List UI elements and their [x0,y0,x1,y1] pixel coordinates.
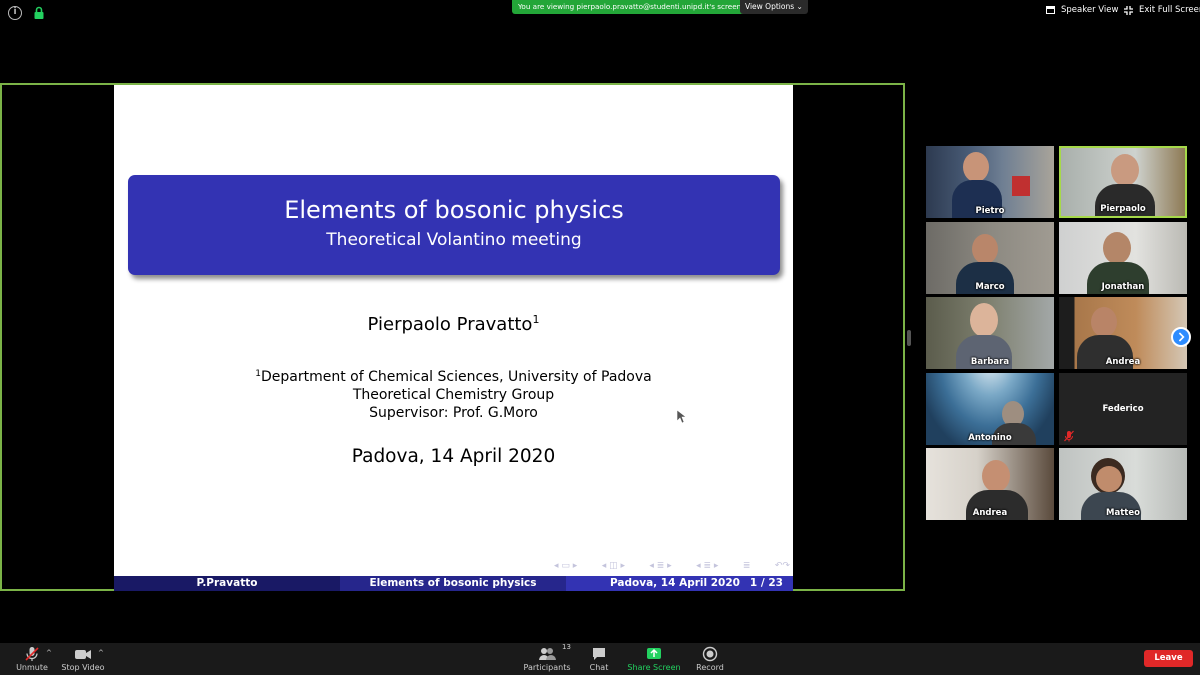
exit-fullscreen-label: Exit Full Screen [1139,5,1200,15]
footer-date-page: Padova, 14 April 2020 1 / 23 [566,576,793,591]
info-icon[interactable]: i [8,6,22,20]
participant-name: Andrea [972,508,1008,518]
participant-face [1096,466,1122,492]
slide-subtitle: Theoretical Volantino meeting [326,230,582,250]
slide-affiliation: 1Department of Chemical Sciences, Univer… [114,365,793,422]
chevron-down-icon: ⌄ [796,2,803,11]
unmute-label: Unmute [16,663,48,672]
beamer-navigation: ◂ ▭ ▸ ◂ ◫ ▸ ◂ ≣ ▸ ◂ ≣ ▸ ≣ ↶↷ [554,560,790,572]
participant-face [1091,307,1117,337]
footer-title: Elements of bosonic physics [340,576,566,591]
video-tile-active[interactable]: Pierpaolo [1059,146,1187,218]
slide-author-name: Pierpaolo Pravatto [367,314,533,335]
viewing-screen-banner: You are viewing pierpaolo.pravatto@stude… [512,0,748,14]
nav-section-icon: ◂ ≣ ▸ [649,561,672,571]
record-button[interactable]: Record [694,646,726,672]
audio-options-caret-icon[interactable]: ^ [46,649,52,657]
participant-face [963,152,989,182]
video-tile[interactable]: Pietro [926,146,1054,218]
panel-resize-handle[interactable] [907,330,911,346]
presentation-slide: Elements of bosonic physics Theoretical … [114,85,793,591]
participant-name: Andrea [1105,357,1141,367]
participant-name: Matteo [1106,508,1140,518]
view-options-label: View Options [745,2,795,11]
participant-face [982,460,1010,492]
speaker-view-button[interactable]: Speaker View [1046,5,1118,15]
footer-page: 1 / 23 [749,577,783,589]
affiliation-line-2: Theoretical Chemistry Group [352,387,555,403]
video-tile[interactable]: Antonino [926,373,1054,445]
slide-title-box: Elements of bosonic physics Theoretical … [128,175,780,275]
exit-fullscreen-button[interactable]: Exit Full Screen [1124,5,1200,15]
muted-mic-icon [1064,430,1074,442]
chat-button[interactable]: Chat [584,646,614,672]
chat-label: Chat [589,663,609,672]
muted-mic-icon [25,647,39,661]
mouse-pointer-icon [677,410,687,424]
slide-author-sup: 1 [532,313,540,326]
share-screen-button[interactable]: Share Screen [626,646,682,672]
nav-back-forward-icon: ↶↷ [774,561,790,571]
exit-fullscreen-icon [1124,5,1133,15]
video-tile[interactable]: Marco [926,222,1054,294]
lock-icon[interactable] [32,6,46,20]
participant-name: Pierpaolo [1100,204,1146,214]
nav-subsection-icon: ◂ ◫ ▸ [601,561,625,571]
share-screen-icon [647,648,661,659]
participant-face [970,303,998,337]
view-options-button[interactable]: View Options ⌄ [740,0,808,14]
unmute-button[interactable]: Unmute [14,646,50,672]
shared-screen[interactable]: Elements of bosonic physics Theoretical … [0,83,905,591]
participant-name: Marco [975,282,1005,292]
record-icon [702,646,718,662]
affiliation-line-3: Supervisor: Prof. G.Moro [369,405,538,421]
slide-footer: P.Pravatto Elements of bosonic physics P… [114,576,793,591]
participant-name: Federico [1102,404,1144,414]
video-tile[interactable]: Jonathan [1059,222,1187,294]
stop-video-label: Stop Video [61,663,105,672]
video-tile-off[interactable]: Federico [1059,373,1187,445]
top-bar: i You are viewing pierpaolo.pravatto@stu… [0,0,1200,26]
footer-author: P.Pravatto [114,576,340,591]
video-tile[interactable]: Barbara [926,297,1054,369]
participants-icon [539,648,556,660]
affiliation-line-1: 1Department of Chemical Sciences, Univer… [114,365,793,386]
participant-name: Jonathan [1101,282,1145,292]
slide-author: Pierpaolo Pravatto1 [114,313,793,335]
affiliation-line-1-text: Department of Chemical Sciences, Univers… [261,369,652,385]
participant-name: Pietro [975,206,1005,216]
video-tile[interactable]: Andrea [1059,297,1187,369]
participants-label: Participants [523,663,571,672]
participant-name: Barbara [970,357,1010,367]
video-tile[interactable]: Andrea [926,448,1054,520]
slide-date: Padova, 14 April 2020 [351,446,556,467]
participant-face [1111,154,1139,186]
speaker-view-label: Speaker View [1061,5,1119,15]
footer-date: Padova, 14 April 2020 [610,577,740,589]
meeting-toolbar: Unmute ^ Stop Video ^ Participants 13 Ch… [0,643,1200,675]
participants-count: 13 [562,643,571,651]
leave-meeting-button[interactable]: Leave [1144,650,1193,667]
video-camera-icon [75,650,91,659]
record-label: Record [696,663,724,672]
share-screen-label: Share Screen [627,663,681,672]
background-lamp [1012,176,1030,196]
chat-icon [593,648,605,660]
video-tile[interactable]: Matteo [1059,448,1187,520]
gallery-next-page-icon[interactable] [1171,327,1191,347]
nav-slide-icon: ◂ ≣ ▸ [696,561,719,571]
speaker-view-icon [1046,6,1055,14]
nav-outline-icon: ≣ [742,561,751,571]
participant-face [1103,232,1131,264]
participant-name: Antonino [968,433,1012,443]
nav-frame-icon: ◂ ▭ ▸ [554,561,578,571]
slide-title: Elements of bosonic physics [284,196,624,224]
video-options-caret-icon[interactable]: ^ [98,649,104,657]
participant-face [972,234,998,264]
